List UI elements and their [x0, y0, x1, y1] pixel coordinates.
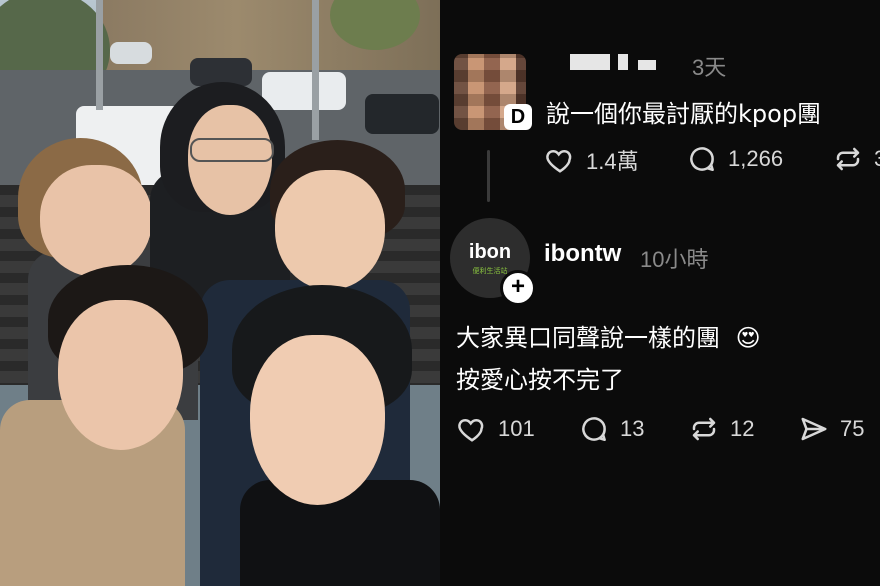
follow-plus-icon[interactable]: + — [500, 270, 536, 306]
masked-username[interactable] — [560, 50, 670, 74]
group-selfie-photo — [0, 0, 440, 586]
comment-icon — [582, 417, 606, 441]
avatar-badge: D — [504, 104, 532, 130]
first-repost-button[interactable]: 3 — [832, 144, 880, 174]
first-repost-count: 3 — [874, 146, 880, 172]
comment-panel: D 3天 說一個你最討厭的kpop團 1.4萬 1,266 3 — [440, 0, 880, 586]
sunglasses — [190, 138, 274, 162]
ibon-logo: ibon — [468, 240, 512, 263]
reply-repost-button[interactable]: 12 — [688, 414, 754, 444]
heart-eyes-emoji: 😍 — [735, 324, 761, 352]
first-comment-time: 3天 — [692, 55, 727, 80]
heart-icon — [546, 149, 572, 173]
first-reply-count: 1,266 — [728, 146, 784, 171]
first-comment-text: 說一個你最討厭的kpop團 — [546, 100, 822, 128]
screenshot-root: D 3天 說一個你最討厭的kpop團 1.4萬 1,266 3 — [0, 0, 880, 586]
repost-icon — [692, 417, 716, 441]
repost-icon — [836, 147, 860, 171]
reply-text-line2: 按愛心按不完了 — [456, 366, 624, 394]
first-like-button[interactable]: 1.4萬 — [544, 144, 639, 176]
send-icon — [801, 417, 827, 441]
reply-username[interactable]: ibontw — [544, 240, 621, 268]
reply-share-count: 75 — [840, 416, 865, 441]
comment-icon — [690, 147, 714, 171]
heart-icon — [458, 418, 484, 442]
reply-like-button[interactable]: 101 — [456, 414, 535, 444]
first-reply-button[interactable]: 1,266 — [686, 144, 783, 174]
reply-time: 10小時 — [640, 247, 709, 272]
reply-share-button[interactable]: 75 — [798, 414, 864, 444]
reply-comment-button[interactable]: 13 — [578, 414, 644, 444]
first-like-count: 1.4萬 — [586, 149, 639, 174]
ibon-logo-subtitle: 便利生活站 — [472, 266, 508, 275]
reply-comment-count: 13 — [620, 416, 645, 441]
reply-text-line1: 大家異口同聲說一樣的團 😍 — [456, 324, 761, 352]
reply-like-count: 101 — [498, 416, 535, 441]
reply-repost-count: 12 — [730, 416, 755, 441]
thread-line — [487, 150, 490, 202]
